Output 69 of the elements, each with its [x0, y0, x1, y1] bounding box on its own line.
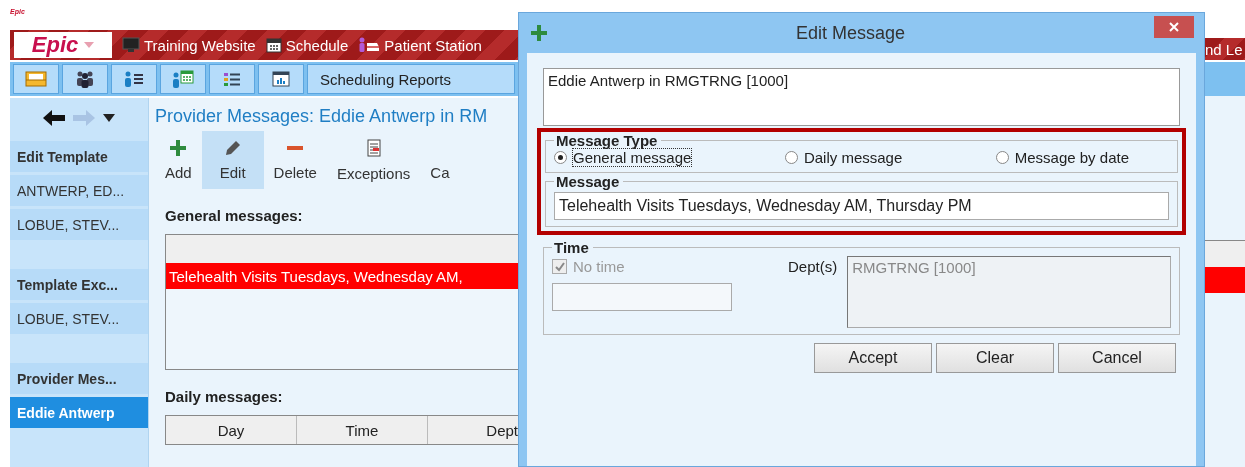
- dialog-button[interactable]: Accept: [814, 343, 932, 373]
- dialog-title: Edit Message: [794, 22, 907, 44]
- radio-option[interactable]: General message: [554, 149, 692, 166]
- action-button[interactable]: Add: [155, 131, 202, 189]
- column-header[interactable]: Day: [166, 416, 297, 444]
- plus-icon: [170, 139, 187, 156]
- caret-icon: [84, 42, 95, 48]
- toolbar-button[interactable]: [209, 64, 255, 94]
- color-list-icon: [223, 71, 241, 87]
- toolbar-button[interactable]: [111, 64, 157, 94]
- dept-label: Dept(s): [788, 257, 838, 277]
- checkmark-icon: [553, 260, 566, 273]
- group-legend: Time: [552, 239, 593, 256]
- pencil-icon: [224, 139, 241, 156]
- sidebar-heading[interactable]: Edit Template: [10, 141, 148, 172]
- toolbar-edge: [1205, 62, 1245, 96]
- sidebar-heading[interactable]: Provider Mes...: [10, 363, 148, 394]
- sidebar-heading[interactable]: Template Exc...: [10, 269, 148, 300]
- person-list-icon: [124, 70, 144, 88]
- header-link[interactable]: Schedule: [265, 36, 349, 54]
- sidebar-item[interactable]: ANTWERP, ED...: [10, 175, 148, 206]
- person-calendar-icon: [172, 69, 194, 89]
- radio-button[interactable]: [554, 151, 567, 164]
- recipient-box: Eddie Antwerp in RMGTRNG [1000]: [543, 68, 1180, 126]
- header-link[interactable]: Training Website: [122, 36, 256, 54]
- action-button[interactable]: Delete: [263, 131, 327, 189]
- column-header[interactable]: Dept: [428, 416, 518, 444]
- sidebar-item[interactable]: LOBUE, STEV...: [10, 303, 148, 334]
- minus-icon: [287, 145, 304, 150]
- envelope-icon: [25, 71, 47, 87]
- toolbar-button[interactable]: [62, 64, 108, 94]
- radio-option[interactable]: Message by date: [995, 149, 1129, 166]
- action-button[interactable]: Ca: [420, 131, 460, 189]
- sidebar-item[interactable]: LOBUE, STEV...: [10, 209, 148, 240]
- list-header-edge: [1205, 240, 1245, 267]
- header-link[interactable]: Patient Station: [358, 36, 482, 54]
- reports-tab[interactable]: Scheduling Reports: [307, 64, 515, 94]
- monitor-icon: [122, 37, 140, 53]
- time-field[interactable]: [552, 283, 732, 311]
- column-header[interactable]: Time: [297, 416, 428, 444]
- list-row[interactable]: Telehealth Visits Tuesdays, Wednesday AM,: [166, 263, 518, 289]
- radio-button[interactable]: [784, 151, 798, 164]
- action-button[interactable]: Exceptions: [326, 131, 421, 189]
- group-legend: Message: [554, 173, 624, 190]
- section-label: Daily messages:: [165, 388, 284, 405]
- group-legend: Message Type: [554, 132, 662, 149]
- dialog-button[interactable]: Clear: [936, 343, 1054, 373]
- radio-button[interactable]: [995, 151, 1009, 164]
- action-button[interactable]: Edit: [201, 131, 264, 189]
- close-icon: [1169, 22, 1179, 32]
- sidebar-item[interactable]: Eddie Antwerp: [10, 397, 148, 428]
- people-icon: [75, 70, 95, 88]
- radio-option[interactable]: Daily message: [784, 149, 903, 166]
- calendar-list-icon: [366, 138, 381, 157]
- close-button[interactable]: [1154, 16, 1194, 38]
- plus-icon: [531, 25, 547, 41]
- dialog-button[interactable]: Cancel: [1058, 343, 1176, 373]
- list-row-edge: [1205, 267, 1245, 293]
- message-field[interactable]: Telehealth Visits Tuesdays, Wednesday AM, Thursday PM: [554, 192, 1169, 220]
- toolbar-button[interactable]: [258, 64, 304, 94]
- calendar-icon: [265, 37, 282, 53]
- header-link[interactable]: nd Le: [1205, 40, 1243, 58]
- caret-icon[interactable]: [103, 114, 115, 122]
- epic-logo-button[interactable]: Epic: [14, 32, 112, 58]
- page-title: Provider Messages: Eddie Antwerp in RM: [155, 106, 489, 127]
- person-bed-icon: [358, 37, 381, 53]
- back-arrow-icon[interactable]: [43, 110, 65, 126]
- chart-window-icon: [272, 71, 290, 87]
- section-label: General messages:: [165, 207, 304, 224]
